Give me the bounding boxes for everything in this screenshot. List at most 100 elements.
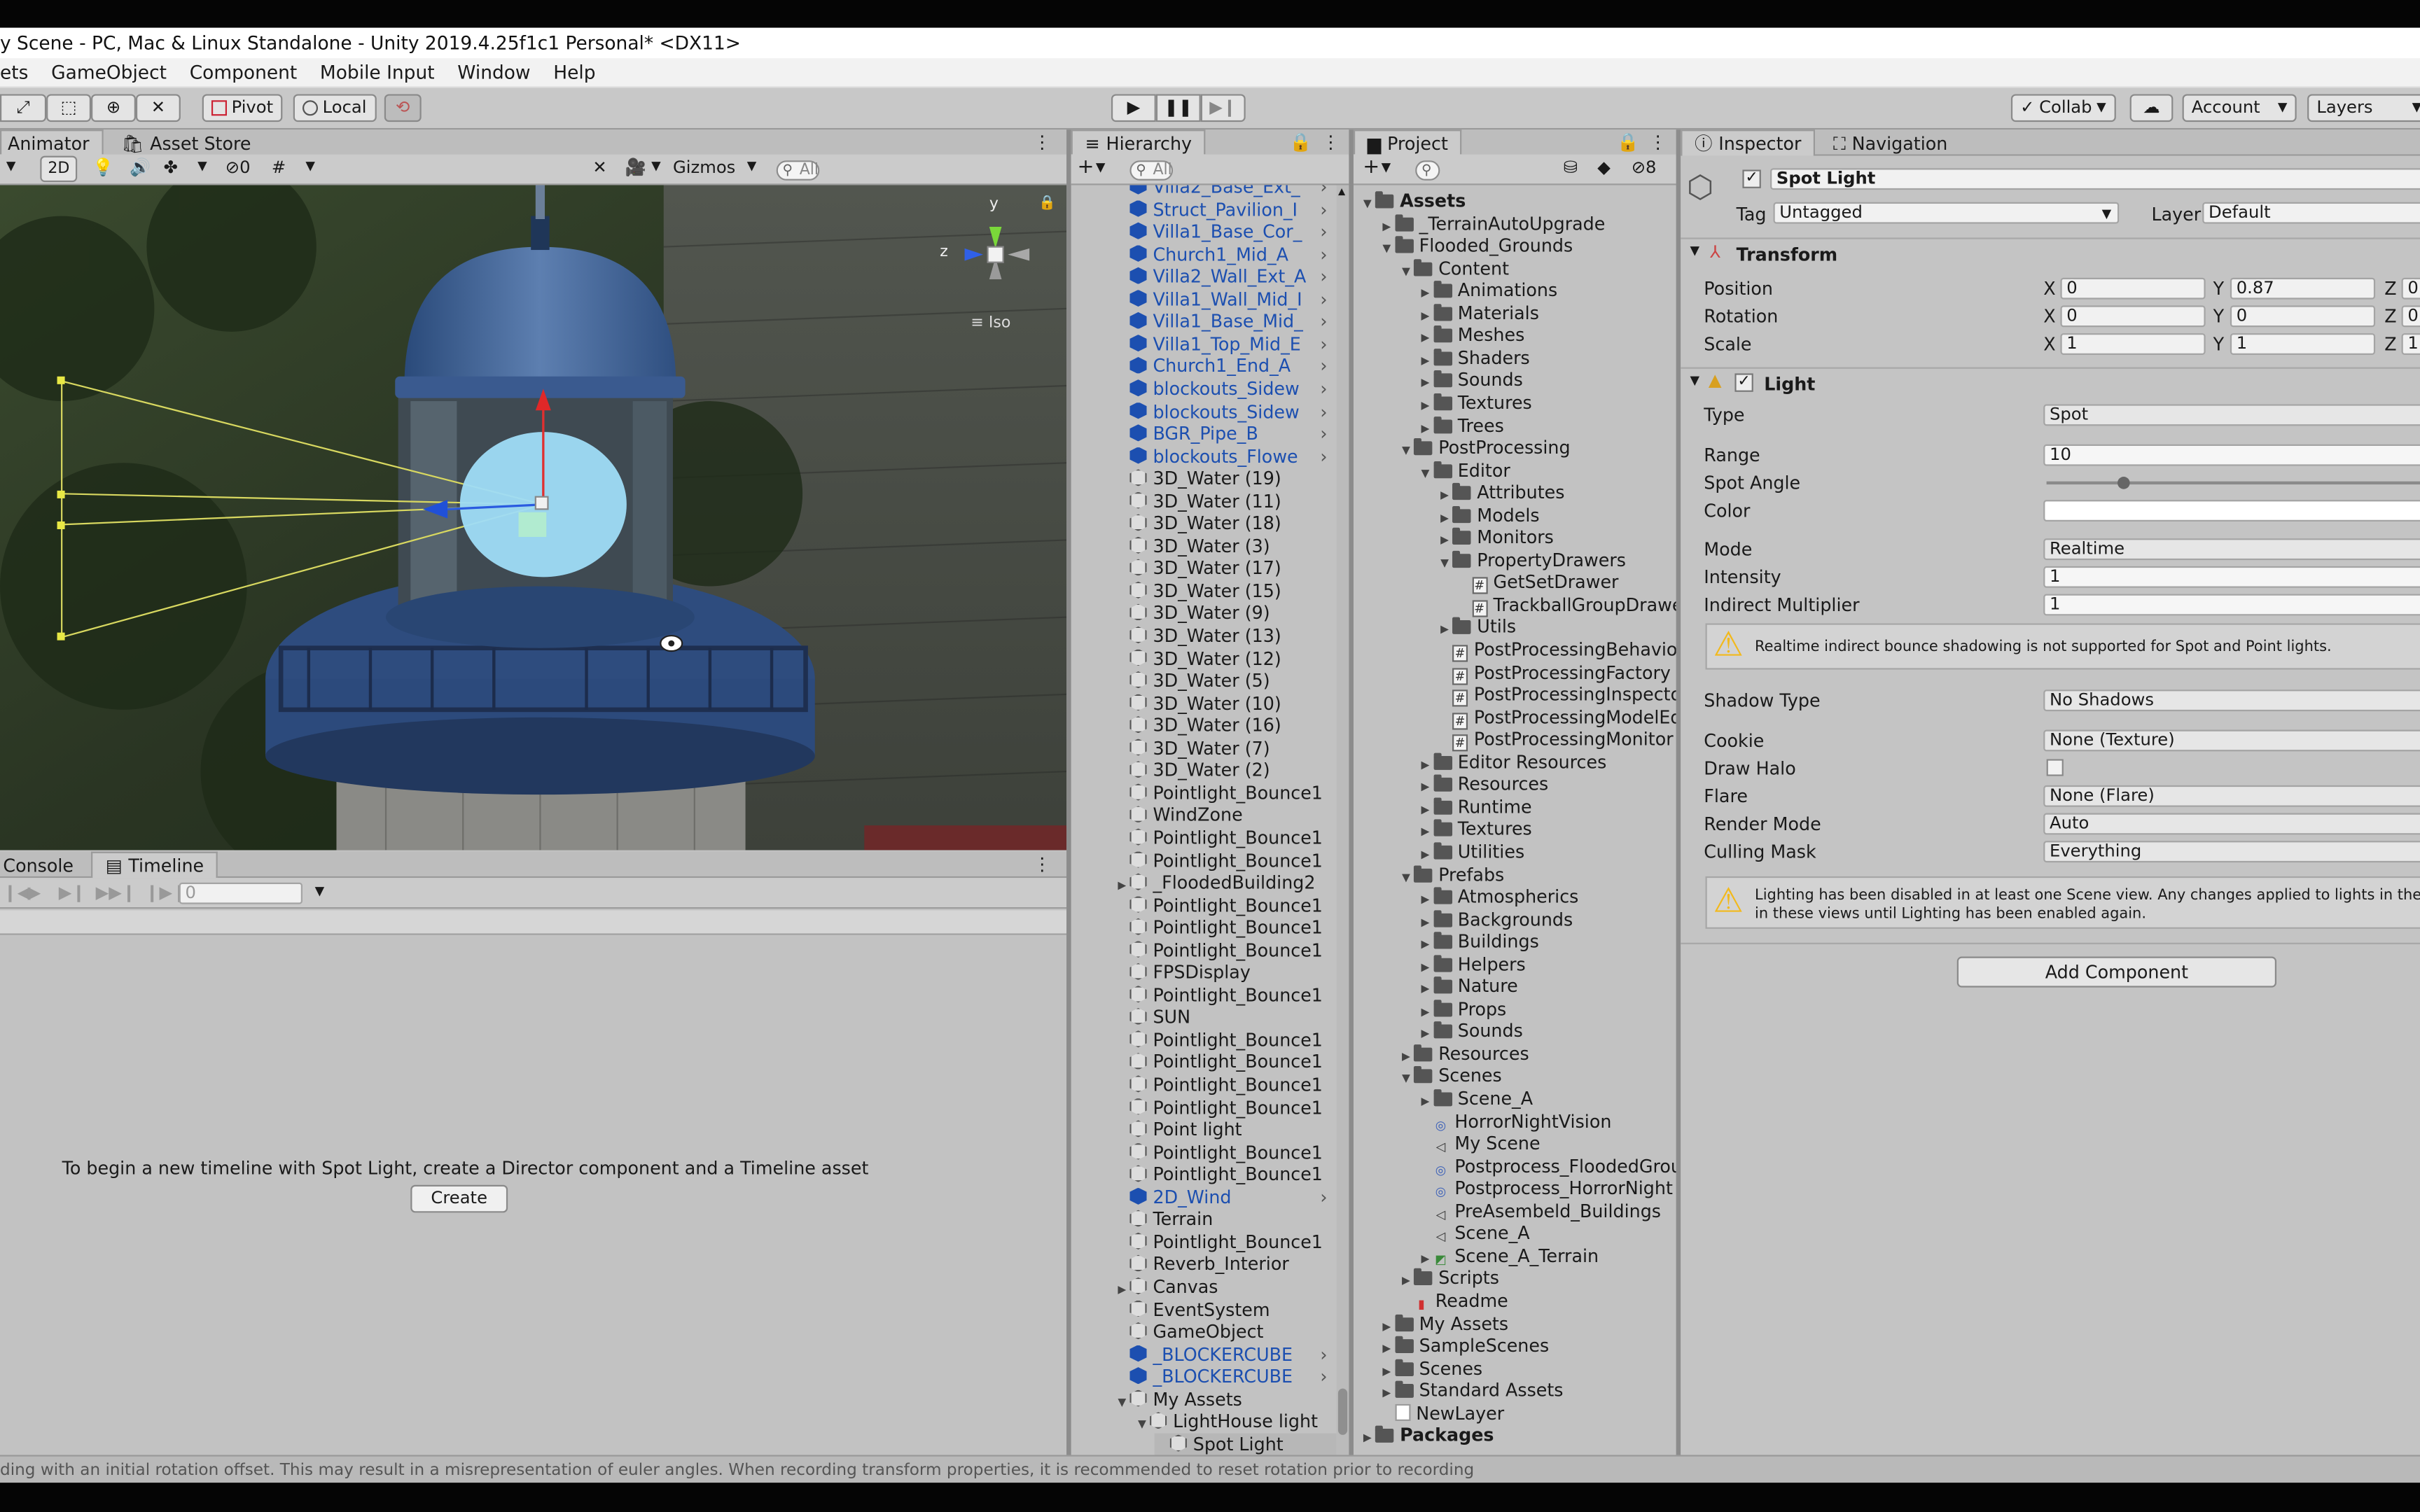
hierarchy-item[interactable]: Spot Light xyxy=(1154,1433,1337,1455)
move-tool-button[interactable]: ⤢ xyxy=(0,94,47,122)
chevron-down-icon[interactable]: ▼ xyxy=(651,159,661,173)
foldout-open-icon[interactable]: ▼ xyxy=(1398,867,1414,889)
hierarchy-item[interactable]: Pointlight_Bounce1 xyxy=(1114,1163,1336,1186)
project-item[interactable]: ▼ Flooded_Grounds xyxy=(1379,234,1573,257)
scale-z-field[interactable]: 1 xyxy=(2401,333,2420,355)
cloud-button[interactable]: ☁ xyxy=(2129,94,2174,122)
create-plus-button[interactable]: + xyxy=(1077,156,1094,179)
menu-window[interactable]: Window xyxy=(457,62,530,83)
light-header[interactable]: ▼ ▲ ✓ Light xyxy=(1681,367,2420,398)
audio-icon[interactable]: 🔊 xyxy=(130,158,151,178)
foldout-open-icon[interactable]: ▼ xyxy=(1437,552,1452,575)
range-field[interactable]: 10 xyxy=(2043,444,2420,466)
hierarchy-item[interactable]: Pointlight_Bounce1 xyxy=(1114,1141,1336,1163)
tab-console[interactable]: Console xyxy=(0,853,86,878)
project-item[interactable]: ▶ Shaders xyxy=(1417,347,1530,370)
project-item[interactable]: ▮ Readme xyxy=(1398,1289,1508,1312)
panel-menu-icon[interactable]: ⋮ xyxy=(1034,852,1051,878)
hierarchy-item[interactable]: Pointlight_Bounce1 xyxy=(1114,1051,1336,1074)
menu-gameobject[interactable]: GameObject xyxy=(51,62,167,83)
add-component-button[interactable]: Add Component xyxy=(1956,956,2277,988)
chevron-down-icon[interactable]: ▼ xyxy=(1096,160,1106,174)
project-item[interactable]: # TrackballGroupDrawe xyxy=(1456,594,1676,617)
tab-hierarchy[interactable]: ≡ Hierarchy xyxy=(1071,130,1206,156)
grid-icon[interactable]: # xyxy=(272,158,286,178)
hierarchy-item[interactable]: Church1_Mid_A › xyxy=(1114,243,1336,266)
project-item[interactable]: ▶ Materials xyxy=(1417,302,1539,324)
scene-viewport[interactable]: y z 🔒 ≡ Iso xyxy=(0,185,1067,850)
lock-icon[interactable]: 🔒 xyxy=(1617,130,1639,155)
menu-help[interactable]: Help xyxy=(553,62,595,83)
project-item[interactable]: ▼ PostProcessing xyxy=(1398,437,1571,459)
gizmos-dropdown[interactable]: Gizmos xyxy=(673,158,735,178)
flare-field[interactable]: None (Flare) xyxy=(2043,785,2420,807)
slider-thumb[interactable] xyxy=(2117,477,2130,489)
open-prefab-chevron-icon[interactable]: › xyxy=(1315,423,1328,445)
indirect-multiplier-field[interactable]: 1 xyxy=(2043,594,2420,616)
position-z-field[interactable]: 0 xyxy=(2401,277,2420,300)
position-x-field[interactable]: 0 xyxy=(2060,277,2206,300)
pivot-toggle[interactable]: Pivot xyxy=(202,94,283,122)
project-item[interactable]: ▶ Sounds xyxy=(1417,370,1523,392)
grid-snap-button[interactable]: ⟲ xyxy=(384,94,422,122)
project-item[interactable]: ▶ Utils xyxy=(1437,616,1516,638)
foldout-open-icon[interactable]: ▼ xyxy=(1398,1068,1414,1091)
hierarchy-item[interactable]: Pointlight_Bounce1 xyxy=(1114,849,1336,872)
project-item[interactable]: ▼ Scenes xyxy=(1398,1065,1502,1088)
scene-search-input[interactable]: All xyxy=(776,160,821,181)
project-item[interactable]: ▶ Editor Resources xyxy=(1417,751,1607,774)
project-item[interactable]: ▼ PropertyDrawers xyxy=(1437,549,1626,571)
hierarchy-search-input[interactable]: All xyxy=(1129,160,1174,181)
project-item[interactable]: ▶ Textures xyxy=(1417,392,1532,414)
tab-inspector[interactable]: ⓘ Inspector xyxy=(1681,130,1816,156)
position-y-field[interactable]: 0.87 xyxy=(2230,277,2376,300)
rect-tool-button[interactable]: ⬚ xyxy=(46,94,92,122)
spot-angle-slider[interactable] xyxy=(2046,477,2420,489)
project-item[interactable]: ▶ ◩ Scene_A_Terrain xyxy=(1417,1245,1599,1267)
project-item[interactable]: ▶ Standard Assets xyxy=(1379,1380,1563,1402)
project-item[interactable]: # PostProcessingFactory xyxy=(1437,662,1671,685)
custom-tool-button[interactable]: ✕ xyxy=(135,94,181,122)
hierarchy-item[interactable]: Pointlight_Bounce1 xyxy=(1114,939,1336,962)
hierarchy-item[interactable]: Pointlight_Bounce1 xyxy=(1114,917,1336,939)
hierarchy-item[interactable]: 3D_Water (5) xyxy=(1114,670,1336,692)
hierarchy-item[interactable]: blockouts_Flowe › xyxy=(1114,445,1336,468)
hierarchy-item[interactable]: FPSDisplay xyxy=(1114,962,1336,984)
tab-project[interactable]: ▆ Project xyxy=(1353,130,1462,156)
project-item[interactable]: ◎ Postprocess_HorrorNight xyxy=(1417,1177,1673,1200)
project-item[interactable]: ▶ My Assets xyxy=(1379,1312,1508,1335)
open-prefab-chevron-icon[interactable]: › xyxy=(1315,1343,1328,1366)
chevron-down-icon[interactable]: ▼ xyxy=(315,884,325,898)
hierarchy-item[interactable]: Pointlight_Bounce1 xyxy=(1114,782,1336,804)
hierarchy-item[interactable]: ▼ My Assets xyxy=(1114,1388,1336,1410)
project-item[interactable]: ▶ Resources xyxy=(1398,1043,1529,1065)
layer-dropdown[interactable]: Default xyxy=(2202,202,2420,224)
rotation-y-field[interactable]: 0 xyxy=(2230,305,2376,328)
status-bar[interactable]: ding with an initial rotation offset. Th… xyxy=(0,1455,2420,1483)
open-prefab-chevron-icon[interactable]: › xyxy=(1315,310,1328,333)
project-item[interactable]: ▶ Runtime xyxy=(1417,796,1532,818)
hierarchy-item[interactable]: SUN xyxy=(1114,1007,1336,1029)
project-item[interactable]: ▶ Atmospherics xyxy=(1417,886,1579,908)
create-plus-button[interactable]: + xyxy=(1363,156,1379,179)
project-item[interactable]: ◁ Scene_A xyxy=(1417,1222,1530,1245)
hierarchy-item[interactable]: 3D_Water (16) xyxy=(1114,715,1336,737)
active-checkbox[interactable]: ✓ xyxy=(1742,169,1761,188)
project-item[interactable]: ▶ Backgrounds xyxy=(1417,908,1573,930)
collab-dropdown[interactable]: ✓ Collab ▼ xyxy=(2010,94,2115,122)
camera-icon[interactable]: 🎥 xyxy=(625,158,646,178)
hierarchy-item[interactable]: blockouts_Sidew › xyxy=(1114,400,1336,423)
foldout-open-icon[interactable]: ▼ xyxy=(1134,1413,1150,1436)
project-item[interactable]: ▶ SampleScenes xyxy=(1379,1335,1549,1357)
shading-dropdown-icon[interactable]: ▼ xyxy=(6,159,16,173)
project-item[interactable]: ▶ _TerrainAutoUpgrade xyxy=(1379,212,1605,234)
foldout-open-icon[interactable]: ▼ xyxy=(1398,440,1414,462)
hierarchy-item[interactable]: 3D_Water (2) xyxy=(1114,760,1336,782)
hierarchy-item[interactable]: Pointlight_Bounce1 xyxy=(1114,984,1336,1007)
hierarchy-item[interactable]: Pointlight_Bounce1 xyxy=(1114,1029,1336,1051)
hierarchy-item[interactable]: Reverb_Interior xyxy=(1114,1254,1336,1276)
foldout-open-icon[interactable]: ▼ xyxy=(1398,260,1414,283)
open-prefab-chevron-icon[interactable]: › xyxy=(1315,265,1328,288)
panel-menu-icon[interactable]: ⋮ xyxy=(1322,130,1340,155)
hierarchy-item[interactable]: ▼ LightHouse light xyxy=(1134,1410,1337,1433)
